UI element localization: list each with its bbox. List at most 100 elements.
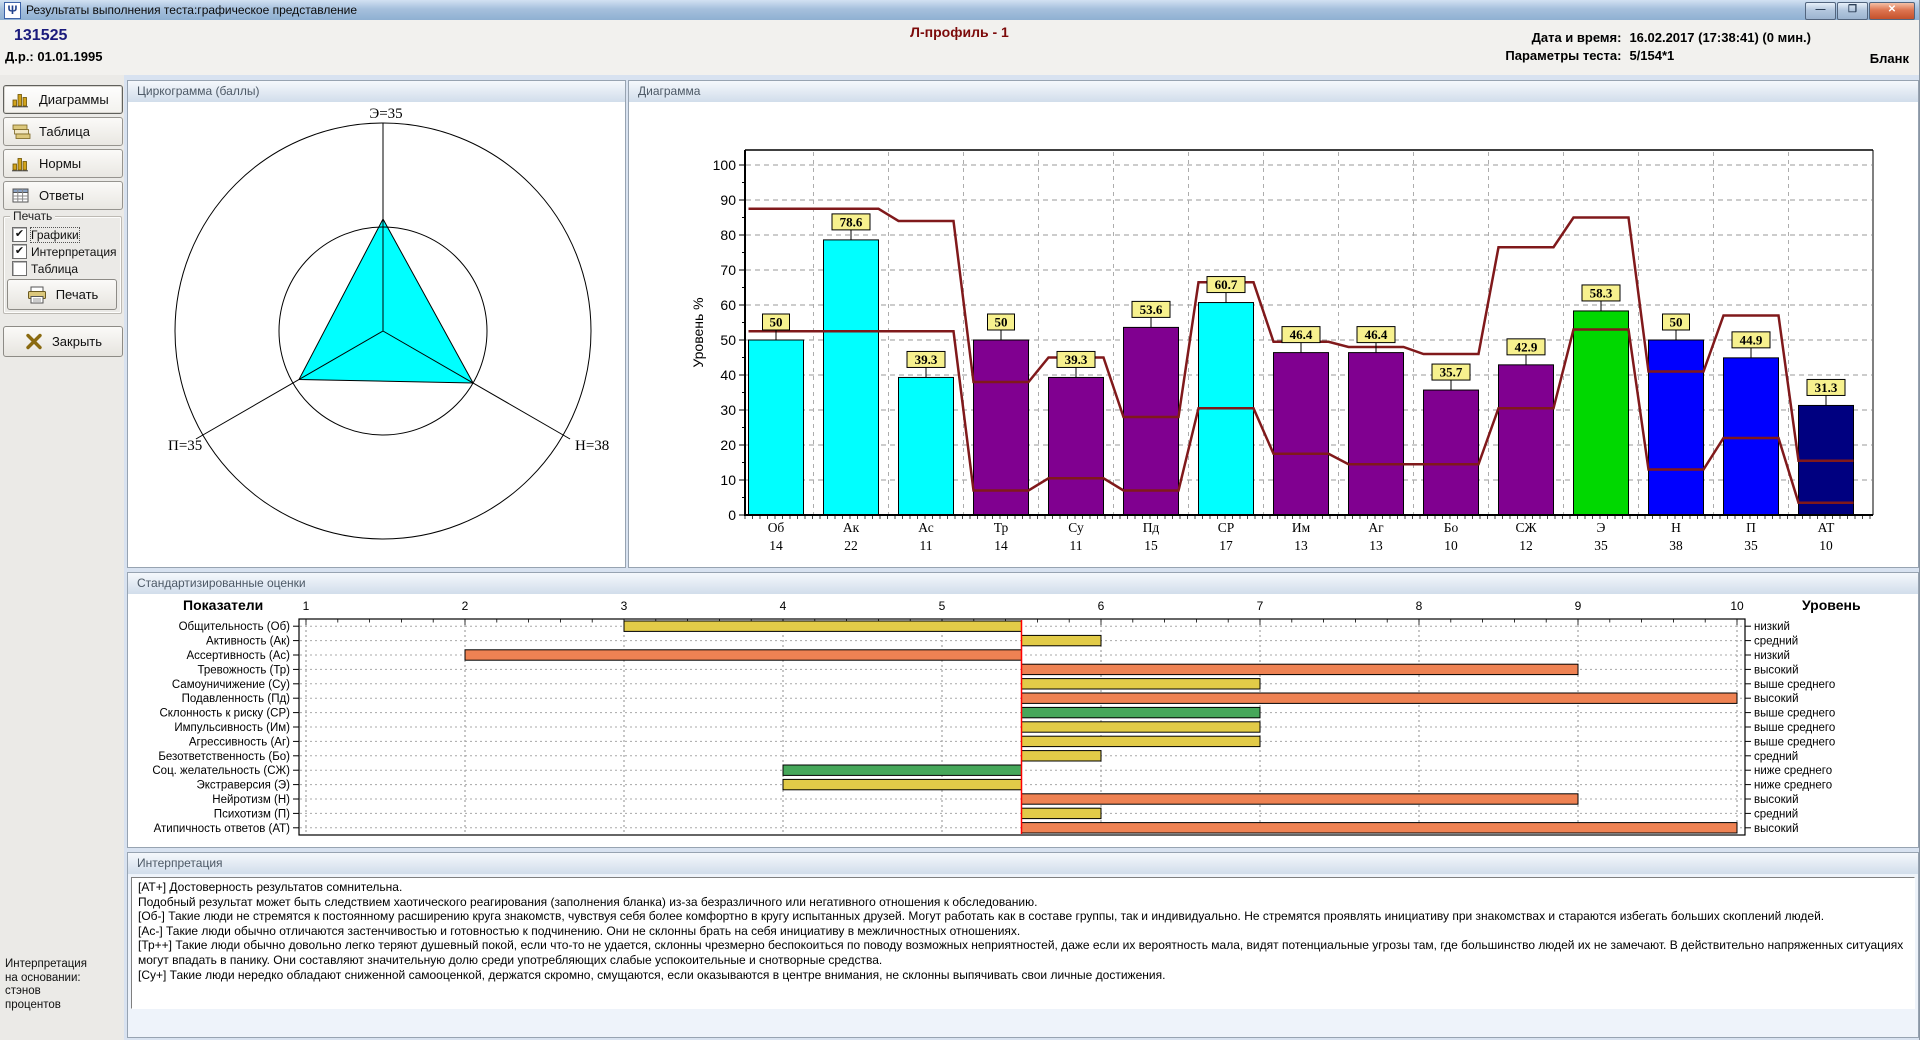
y-axis-title: Уровень % xyxy=(690,297,706,367)
bar-Ас xyxy=(899,377,954,515)
row-level: высокий xyxy=(1754,693,1799,705)
interpretation-line: [Об-] Такие люди не стремятся к постоянн… xyxy=(138,909,1908,924)
row-label: Тревожность (Тр) xyxy=(198,664,291,676)
category-label: Пд xyxy=(1143,520,1160,535)
checkbox-Графики[interactable]: ✔ Графики xyxy=(12,227,79,242)
checkbox-label: Интерпретация xyxy=(31,245,117,259)
print-button[interactable]: Печать xyxy=(7,279,117,310)
category-score: 22 xyxy=(844,538,858,553)
row-label: Безответственность (Бо) xyxy=(158,751,290,763)
row-level: высокий xyxy=(1754,823,1799,835)
interpretation-text[interactable]: [АТ+] Достоверность результатов сомнител… xyxy=(131,877,1915,1009)
checkbox-label: Графики xyxy=(31,228,79,242)
range-bar-Психотизм (П) xyxy=(1022,808,1102,818)
checkbox-box[interactable] xyxy=(12,261,27,276)
close-window-button[interactable]: ✕ xyxy=(1869,2,1915,20)
category-score: 35 xyxy=(1744,538,1758,553)
print-group-label: Печать xyxy=(10,209,55,223)
radar-label-top: Э=35 xyxy=(369,106,402,122)
sidebar-button-table[interactable]: Таблица xyxy=(3,117,123,146)
value-label: 60.7 xyxy=(1215,277,1238,292)
value-label: 46.4 xyxy=(1365,327,1388,342)
category-label: Ас xyxy=(918,520,933,535)
value-label: 53.6 xyxy=(1140,302,1163,317)
category-score: 38 xyxy=(1669,538,1683,553)
range-bar-Общительность (Об) xyxy=(624,621,1022,631)
window-title: Результаты выполнения теста:графическое … xyxy=(26,3,357,17)
row-label: Склонность к риску (СР) xyxy=(159,708,290,720)
range-bar-Экстраверсия (Э) xyxy=(783,779,1022,789)
sten-label: 2 xyxy=(462,599,469,613)
grid-icon xyxy=(11,187,33,204)
radar-axis-П xyxy=(196,331,383,439)
interpretation-line: [АТ+] Достоверность результатов сомнител… xyxy=(138,880,1908,895)
row-level: средний xyxy=(1754,751,1798,763)
close-button[interactable]: Закрыть xyxy=(3,326,123,357)
y-tick-label: 20 xyxy=(720,437,736,453)
bar-Ак xyxy=(824,240,879,515)
standard-panel-header: Стандартизированные оценки xyxy=(128,573,1918,595)
blank-label: Бланк xyxy=(1870,51,1909,66)
row-level: выше среднего xyxy=(1754,736,1835,748)
row-level: высокий xyxy=(1754,794,1799,806)
bar-П xyxy=(1724,358,1779,515)
row-label: Подавленность (Пд) xyxy=(182,693,291,705)
bar-Бо xyxy=(1424,390,1479,515)
category-score: 11 xyxy=(920,538,933,553)
category-score: 14 xyxy=(994,538,1008,553)
row-level: низкий xyxy=(1754,650,1790,662)
interpretation-line: [Ас-] Такие люди обычно отличаются засте… xyxy=(138,924,1908,939)
minimize-button[interactable]: — xyxy=(1805,2,1836,20)
row-level: средний xyxy=(1754,808,1798,820)
category-score: 35 xyxy=(1594,538,1608,553)
sidebar-button-norms[interactable]: Нормы xyxy=(3,149,123,178)
sidebar-button-label: Нормы xyxy=(39,156,81,171)
category-score: 13 xyxy=(1369,538,1383,553)
value-label: 42.9 xyxy=(1515,339,1538,354)
bar-Им xyxy=(1274,353,1329,515)
checkbox-box[interactable]: ✔ xyxy=(12,227,27,242)
bar-chart: 0102030405060708090100Уровень %5078.639.… xyxy=(629,102,1916,566)
checkbox-label: Таблица xyxy=(31,262,78,276)
checkbox-Таблица[interactable]: Таблица xyxy=(12,261,78,276)
cards-icon xyxy=(11,123,33,140)
checkbox-Интерпретация[interactable]: ✔ Интерпретация xyxy=(12,244,117,259)
range-bar-Нейротизм (Н) xyxy=(1022,794,1579,804)
maximize-button[interactable]: ❐ xyxy=(1837,2,1868,20)
birth-date: Д.р.: 01.01.1995 xyxy=(5,49,102,64)
category-score: 15 xyxy=(1144,538,1158,553)
row-level: высокий xyxy=(1754,664,1799,676)
row-label: Психотизм (П) xyxy=(214,808,290,820)
value-label: 50 xyxy=(1670,315,1683,330)
value-label: 50 xyxy=(995,315,1008,330)
sidebar-button-answers[interactable]: Ответы xyxy=(3,181,123,210)
y-tick-label: 80 xyxy=(720,227,736,243)
category-label: Бо xyxy=(1444,520,1459,535)
sidebar-button-diagrams[interactable]: Диаграммы xyxy=(3,85,123,114)
column-header-left: Показатели xyxy=(183,597,263,613)
interpretation-line: [Тр++] Такие люди обычно довольно легко … xyxy=(138,938,1908,967)
value-label: 35.7 xyxy=(1440,365,1463,380)
title-bar[interactable]: Ψ Результаты выполнения теста:графическо… xyxy=(0,0,1919,21)
range-bar-Соц. желательность (СЖ) xyxy=(783,765,1022,775)
category-score: 12 xyxy=(1519,538,1533,553)
test-meta: Дата и время: 16.02.2017 (17:38:41) (0 м… xyxy=(1505,30,1811,66)
column-header-right: Уровень xyxy=(1802,597,1861,613)
sidebar-button-label: Ответы xyxy=(39,188,84,203)
row-label: Агрессивность (Аг) xyxy=(189,736,290,748)
range-bar-Подавленность (Пд) xyxy=(1022,693,1738,703)
range-bar-Активность (Ак) xyxy=(1022,635,1102,645)
y-tick-label: 70 xyxy=(720,262,736,278)
standard-scores-chart: ПоказателиУровень12345678910Общительност… xyxy=(128,594,1916,846)
row-label: Соц. желательность (СЖ) xyxy=(152,765,290,777)
category-label: Н xyxy=(1671,520,1681,535)
interpretation-line: [Су+] Такие люди нередко обладают снижен… xyxy=(138,968,1908,983)
y-tick-label: 100 xyxy=(713,157,737,173)
row-label: Активность (Ак) xyxy=(206,636,290,648)
checkbox-box[interactable]: ✔ xyxy=(12,244,27,259)
category-label: СЖ xyxy=(1515,520,1537,535)
sidebar-button-label: Таблица xyxy=(39,124,90,139)
sidebar-button-label: Диаграммы xyxy=(39,92,109,107)
radar-label-right: Н=38 xyxy=(575,438,609,454)
bar-Н xyxy=(1649,340,1704,515)
